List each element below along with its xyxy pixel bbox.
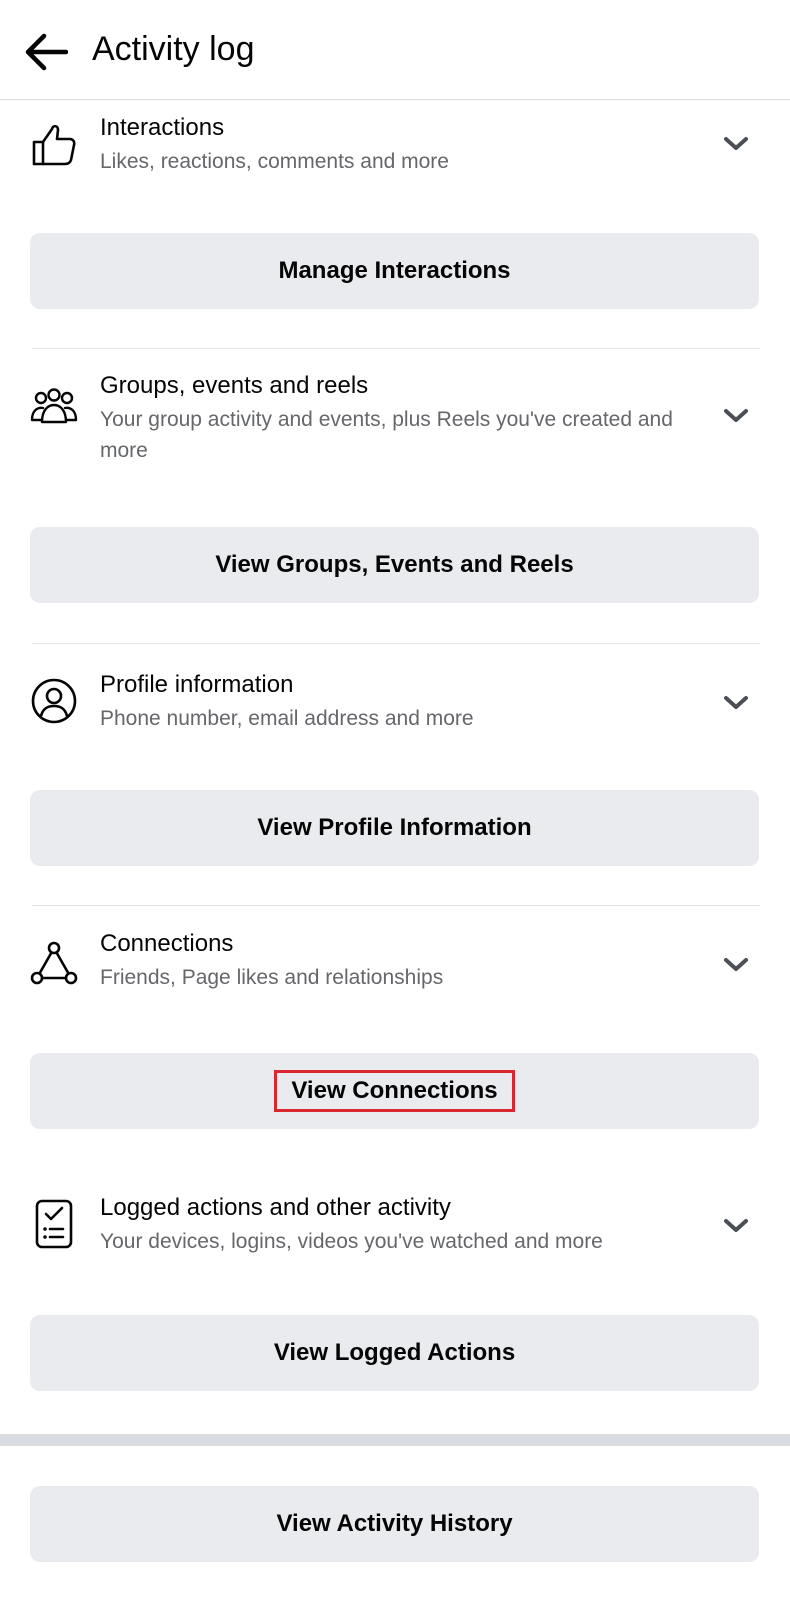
section-interactions[interactable]: Interactions Likes, reactions, comments … <box>0 100 790 220</box>
row-title: Interactions <box>100 114 225 141</box>
page-title: Activity log <box>92 30 255 68</box>
section-logged-actions[interactable]: Logged actions and other activity Your d… <box>0 1180 790 1280</box>
row-title: Profile information <box>100 671 294 698</box>
section-connections[interactable]: Connections Friends, Page likes and rela… <box>0 917 790 1017</box>
divider <box>32 643 760 644</box>
row-subtitle: Your group activity and events, plus Ree… <box>100 408 673 462</box>
row-subtitle: Phone number, email address and more <box>100 707 474 730</box>
view-profile-information-button[interactable]: View Profile Information <box>30 790 759 866</box>
row-title: Logged actions and other activity <box>100 1194 451 1221</box>
divider <box>32 348 760 349</box>
chevron-down-icon[interactable] <box>720 1210 752 1242</box>
section-separator <box>0 1434 790 1446</box>
back-arrow-icon <box>25 33 68 71</box>
thumbs-up-icon <box>30 120 78 168</box>
section-groups[interactable]: Groups, events and reels Your group acti… <box>0 360 790 490</box>
chevron-down-icon[interactable] <box>720 128 752 160</box>
row-title: Groups, events and reels <box>100 372 369 399</box>
highlight-box: View Connections <box>274 1070 515 1112</box>
view-connections-label: View Connections <box>291 1077 498 1104</box>
manage-interactions-button[interactable]: Manage Interactions <box>30 233 759 309</box>
section-profile-information[interactable]: Profile information Phone number, email … <box>0 655 790 755</box>
checklist-icon <box>30 1199 78 1249</box>
view-activity-history-button[interactable]: View Activity History <box>30 1486 759 1562</box>
view-groups-events-reels-button[interactable]: View Groups, Events and Reels <box>30 527 759 603</box>
back-button[interactable] <box>22 28 70 76</box>
chevron-down-icon[interactable] <box>720 400 752 432</box>
connections-icon <box>30 939 78 987</box>
divider <box>32 905 760 906</box>
groups-icon <box>30 384 78 432</box>
view-logged-actions-button[interactable]: View Logged Actions <box>30 1315 759 1391</box>
profile-icon <box>30 677 78 725</box>
row-title: Connections <box>100 930 234 957</box>
chevron-down-icon[interactable] <box>720 949 752 981</box>
row-subtitle: Friends, Page likes and relationships <box>100 966 444 989</box>
chevron-down-icon[interactable] <box>720 687 752 719</box>
row-subtitle: Your devices, logins, videos you've watc… <box>100 1230 603 1253</box>
row-subtitle: Likes, reactions, comments and more <box>100 150 449 173</box>
app-header: Activity log <box>0 0 790 100</box>
view-connections-button[interactable]: View Connections <box>30 1053 759 1129</box>
